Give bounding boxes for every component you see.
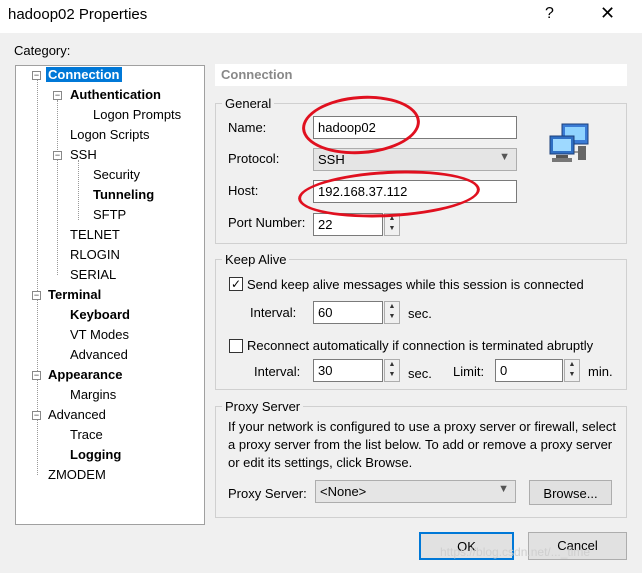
interval-label: Interval: xyxy=(250,305,297,320)
keepalive-title: Keep Alive xyxy=(222,252,290,267)
proxy-title: Proxy Server xyxy=(222,399,304,414)
min-label: min. xyxy=(588,364,613,379)
limit-field[interactable]: 0 xyxy=(495,359,563,382)
tree-item-security[interactable]: Security xyxy=(93,167,140,182)
host-label: Host: xyxy=(228,183,259,198)
spin-up-icon[interactable]: ▲ xyxy=(565,360,579,370)
window-title: hadoop02 Properties xyxy=(8,6,148,23)
send-keepalive-label: Send keep alive messages while this sess… xyxy=(247,277,584,292)
collapse-icon[interactable]: − xyxy=(32,71,41,80)
tree-line xyxy=(78,160,79,220)
tree-item-connection[interactable]: Connection xyxy=(46,67,122,82)
spin-up-icon[interactable]: ▲ xyxy=(385,360,399,370)
interval-spinner[interactable]: ▲ ▼ xyxy=(384,301,400,324)
browse-button[interactable]: Browse... xyxy=(529,480,612,505)
send-keepalive-checkbox[interactable]: ✓ xyxy=(229,277,243,291)
tree-item-vt-modes[interactable]: VT Modes xyxy=(70,327,129,342)
watermark-text: https://blog.csdn.net/..._time xyxy=(440,545,591,559)
tree-item-terminal-advanced[interactable]: Advanced xyxy=(70,347,128,362)
proxy-value: <None> xyxy=(320,484,367,499)
collapse-icon[interactable]: − xyxy=(32,411,41,420)
tree-line xyxy=(57,159,58,275)
tree-item-logon-prompts[interactable]: Logon Prompts xyxy=(93,107,181,122)
sec2-label: sec. xyxy=(408,366,432,381)
tree-item-advanced[interactable]: Advanced xyxy=(48,407,106,422)
tree-item-logon-scripts[interactable]: Logon Scripts xyxy=(70,127,150,142)
proxy-select[interactable]: <None> ▼ xyxy=(315,480,516,503)
collapse-icon[interactable]: − xyxy=(32,371,41,380)
tree-item-logging[interactable]: Logging xyxy=(70,447,121,462)
spin-down-icon[interactable]: ▼ xyxy=(385,312,399,322)
limit-spinner[interactable]: ▲ ▼ xyxy=(564,359,580,382)
tree-item-sftp[interactable]: SFTP xyxy=(93,207,126,222)
tree-item-keyboard[interactable]: Keyboard xyxy=(70,307,130,322)
port-label: Port Number: xyxy=(228,215,306,230)
protocol-value: SSH xyxy=(318,152,345,167)
spin-down-icon[interactable]: ▼ xyxy=(385,370,399,380)
reconnect-label: Reconnect automatically if connection is… xyxy=(247,338,594,353)
tree-item-margins[interactable]: Margins xyxy=(70,387,116,402)
proxy-description: If your network is configured to use a p… xyxy=(228,419,616,470)
sec-label: sec. xyxy=(408,306,432,321)
panel-header: Connection xyxy=(215,64,627,86)
interval-field[interactable]: 60 xyxy=(313,301,383,324)
help-button[interactable]: ? xyxy=(545,5,554,23)
name-label: Name: xyxy=(228,120,267,135)
general-title: General xyxy=(222,96,275,111)
tree-item-appearance[interactable]: Appearance xyxy=(48,367,122,382)
limit-label: Limit: xyxy=(453,364,485,379)
close-button[interactable]: ✕ xyxy=(600,3,615,24)
tree-line xyxy=(57,100,58,156)
tree-item-trace[interactable]: Trace xyxy=(70,427,103,442)
tree-item-telnet[interactable]: TELNET xyxy=(70,227,120,242)
collapse-icon[interactable]: − xyxy=(32,291,41,300)
proxy-label: Proxy Server: xyxy=(228,486,307,501)
tree-item-rlogin[interactable]: RLOGIN xyxy=(70,247,120,262)
tree-item-tunneling[interactable]: Tunneling xyxy=(93,187,154,202)
interval2-field[interactable]: 30 xyxy=(313,359,383,382)
tree-item-authentication[interactable]: Authentication xyxy=(70,87,161,102)
title-bar: hadoop02 Properties ? ✕ xyxy=(0,0,642,33)
chevron-down-icon: ▼ xyxy=(498,483,509,495)
tree-item-terminal[interactable]: Terminal xyxy=(48,287,101,302)
tree-item-ssh[interactable]: SSH xyxy=(70,147,97,162)
protocol-label: Protocol: xyxy=(228,151,280,166)
spin-down-icon[interactable]: ▼ xyxy=(565,370,579,380)
spin-up-icon[interactable]: ▲ xyxy=(385,302,399,312)
network-computers-icon xyxy=(548,122,594,166)
interval2-label: Interval: xyxy=(254,364,301,379)
tree-item-serial[interactable]: SERIAL xyxy=(70,267,116,282)
collapse-icon[interactable]: − xyxy=(53,91,62,100)
category-label: Category: xyxy=(14,43,71,58)
reconnect-checkbox[interactable] xyxy=(229,339,243,353)
chevron-down-icon: ▼ xyxy=(499,151,510,163)
collapse-icon[interactable]: − xyxy=(53,151,62,160)
interval2-spinner[interactable]: ▲ ▼ xyxy=(384,359,400,382)
tree-item-zmodem[interactable]: ZMODEM xyxy=(48,467,106,482)
spin-down-icon[interactable]: ▼ xyxy=(385,224,399,234)
category-tree[interactable]: − Connection − Authentication Logon Prom… xyxy=(15,65,205,525)
